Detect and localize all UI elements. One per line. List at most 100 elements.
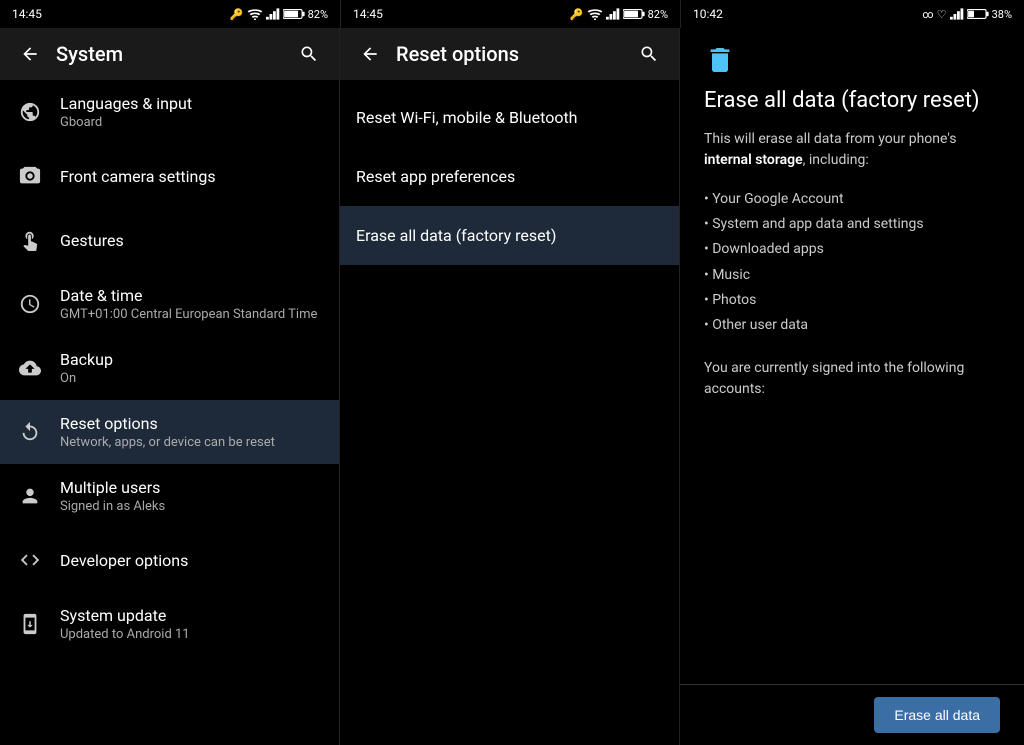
erase-item-2: • Downloaded apps bbox=[704, 237, 1000, 262]
gestures-text: Gestures bbox=[60, 231, 323, 250]
erase-all-item[interactable]: Erase all data (factory reset) bbox=[340, 206, 679, 265]
date-time-text: Date & time GMT+01:00 Central European S… bbox=[60, 286, 323, 322]
sidebar-item-date-time[interactable]: Date & time GMT+01:00 Central European S… bbox=[0, 272, 339, 336]
system-update-title: System update bbox=[60, 606, 323, 625]
heart-icon-right: ♡ bbox=[937, 8, 947, 21]
key-icon-left: 🔑 bbox=[230, 8, 244, 21]
erase-item-0: • Your Google Account bbox=[704, 187, 1000, 212]
sidebar-item-front-camera[interactable]: Front camera settings bbox=[0, 144, 339, 208]
front-camera-text: Front camera settings bbox=[60, 167, 323, 186]
date-time-title: Date & time bbox=[60, 286, 323, 305]
clock-icon bbox=[16, 290, 44, 318]
code-icon bbox=[16, 546, 44, 574]
erase-all-data-button[interactable]: Erase all data bbox=[874, 697, 1000, 733]
panel-mid-title: Reset options bbox=[396, 42, 631, 66]
status-bar-mid: 14:45 🔑 bbox=[340, 0, 680, 28]
status-icons-mid: 🔑 bbox=[570, 8, 668, 21]
reset-text: Reset options Network, apps, or device c… bbox=[60, 414, 323, 450]
key-icon-mid: 🔑 bbox=[570, 8, 584, 21]
sidebar-item-multiple-users[interactable]: Multiple users Signed in as Aleks bbox=[0, 464, 339, 528]
erase-item-5: • Other user data bbox=[704, 313, 1000, 338]
trash-icon bbox=[704, 44, 1000, 76]
backup-subtitle: On bbox=[60, 371, 323, 386]
battery-left bbox=[283, 8, 305, 20]
gesture-icon bbox=[16, 226, 44, 254]
reset-wifi-label: Reset Wi-Fi, mobile & Bluetooth bbox=[356, 108, 577, 127]
system-update-text: System update Updated to Android 11 bbox=[60, 606, 323, 642]
languages-title: Languages & input bbox=[60, 94, 323, 113]
settings-list: Languages & input Gboard Front camera se… bbox=[0, 80, 339, 745]
back-button-mid[interactable] bbox=[352, 36, 388, 72]
system-update-subtitle: Updated to Android 11 bbox=[60, 627, 323, 642]
backup-text: Backup On bbox=[60, 350, 323, 386]
signal-icon-right bbox=[950, 8, 964, 20]
erase-desc-after: , including: bbox=[803, 152, 869, 168]
battery-mid bbox=[623, 8, 645, 20]
sidebar-item-languages[interactable]: Languages & input Gboard bbox=[0, 80, 339, 144]
reset-title: Reset options bbox=[60, 414, 323, 433]
sidebar-item-developer[interactable]: Developer options bbox=[0, 528, 339, 592]
erase-content: Erase all data (factory reset) This will… bbox=[680, 28, 1024, 684]
status-bar-right: 10:42 ∞ ♡ 38% bbox=[680, 0, 1024, 28]
gestures-title: Gestures bbox=[60, 231, 323, 250]
panels: System Languages & input Gboard bbox=[0, 28, 1024, 745]
wifi-icon-left bbox=[247, 8, 263, 20]
panel-mid-header: Reset options bbox=[340, 28, 679, 80]
time-mid: 14:45 bbox=[353, 7, 383, 21]
backup-icon bbox=[16, 354, 44, 382]
status-icons-left: 🔑 bbox=[230, 8, 328, 21]
update-icon bbox=[16, 610, 44, 638]
erase-items-list: • Your Google Account • System and app d… bbox=[704, 187, 1000, 338]
status-bar-left: 14:45 🔑 bbox=[0, 0, 340, 28]
battery-pct-mid: 82% bbox=[648, 8, 668, 21]
erase-item-4: • Photos bbox=[704, 288, 1000, 313]
sidebar-item-gestures[interactable]: Gestures bbox=[0, 208, 339, 272]
search-button-left[interactable] bbox=[291, 36, 327, 72]
erase-item-1: • System and app data and settings bbox=[704, 212, 1000, 237]
panel-left: System Languages & input Gboard bbox=[0, 28, 340, 745]
globe-icon bbox=[16, 98, 44, 126]
multiple-users-text: Multiple users Signed in as Aleks bbox=[60, 478, 323, 514]
erase-title: Erase all data (factory reset) bbox=[704, 88, 1000, 113]
person-icon bbox=[16, 482, 44, 510]
search-button-mid[interactable] bbox=[631, 36, 667, 72]
erase-desc-bold: internal storage bbox=[704, 152, 803, 168]
reset-app-item[interactable]: Reset app preferences bbox=[340, 147, 679, 206]
panel-left-header: System bbox=[0, 28, 339, 80]
panel-left-title: System bbox=[56, 42, 291, 66]
reset-subtitle: Network, apps, or device can be reset bbox=[60, 435, 323, 450]
sidebar-item-system-update[interactable]: System update Updated to Android 11 bbox=[0, 592, 339, 656]
languages-subtitle: Gboard bbox=[60, 115, 323, 130]
battery-pct-right: 38% bbox=[992, 8, 1012, 21]
erase-footer: Erase all data bbox=[680, 684, 1024, 745]
reset-app-label: Reset app preferences bbox=[356, 167, 515, 186]
developer-title: Developer options bbox=[60, 551, 323, 570]
front-camera-title: Front camera settings bbox=[60, 167, 323, 186]
panel-right: Erase all data (factory reset) This will… bbox=[680, 28, 1024, 745]
time-left: 14:45 bbox=[12, 7, 42, 21]
erase-desc-before: This will erase all data from your phone… bbox=[704, 131, 956, 147]
erase-item-3: • Music bbox=[704, 263, 1000, 288]
reset-wifi-item[interactable]: Reset Wi-Fi, mobile & Bluetooth bbox=[340, 88, 679, 147]
panel-mid: Reset options Reset Wi-Fi, mobile & Blue… bbox=[340, 28, 680, 745]
signal-icon-left bbox=[266, 8, 280, 20]
sidebar-item-backup[interactable]: Backup On bbox=[0, 336, 339, 400]
link-icon-right: ∞ bbox=[922, 8, 933, 21]
status-bars: 14:45 🔑 bbox=[0, 0, 1024, 28]
reset-icon bbox=[16, 418, 44, 446]
wifi-icon-mid bbox=[587, 8, 603, 20]
backup-title: Backup bbox=[60, 350, 323, 369]
camera-icon bbox=[16, 162, 44, 190]
battery-pct-left: 82% bbox=[308, 8, 328, 21]
developer-text: Developer options bbox=[60, 551, 323, 570]
signal-icon-mid bbox=[606, 8, 620, 20]
date-time-subtitle: GMT+01:00 Central European Standard Time bbox=[60, 307, 323, 322]
erase-accounts-label: You are currently signed into the follow… bbox=[704, 358, 1000, 400]
sidebar-item-reset[interactable]: Reset options Network, apps, or device c… bbox=[0, 400, 339, 464]
time-right: 10:42 bbox=[693, 7, 723, 21]
battery-right bbox=[967, 8, 989, 20]
multiple-users-title: Multiple users bbox=[60, 478, 323, 497]
languages-text: Languages & input Gboard bbox=[60, 94, 323, 130]
multiple-users-subtitle: Signed in as Aleks bbox=[60, 499, 323, 514]
back-button-left[interactable] bbox=[12, 36, 48, 72]
